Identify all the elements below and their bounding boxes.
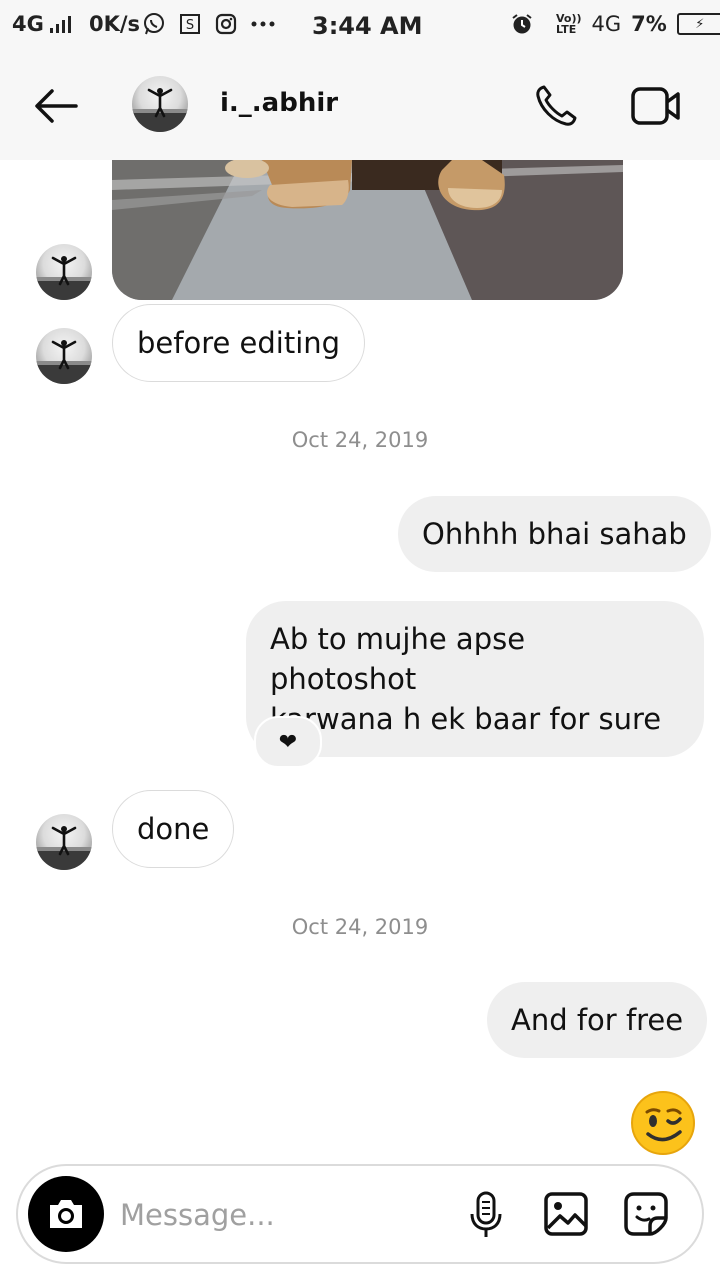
sticker-button[interactable] [622, 1190, 670, 1238]
message-bubble-received[interactable]: before editing [112, 304, 366, 382]
clock: 3:44 AM [312, 12, 423, 40]
signal-bars-icon [49, 15, 71, 33]
svg-text:S: S [186, 18, 194, 33]
sender-avatar[interactable] [36, 328, 92, 384]
video-camera-icon [631, 87, 680, 125]
message-composer [16, 1164, 704, 1264]
date-separator: Oct 24, 2019 [291, 428, 429, 452]
photo-message[interactable] [112, 160, 623, 300]
back-button[interactable] [32, 86, 80, 126]
whatsapp-icon [144, 13, 164, 35]
microphone-icon [470, 1191, 502, 1237]
screenshot-icon: S [180, 14, 200, 34]
camera-icon [50, 1200, 82, 1228]
network-indicator: 4G [12, 12, 71, 36]
sticker-icon [624, 1192, 668, 1236]
notification-icons: S [142, 12, 276, 36]
voice-call-button[interactable] [532, 82, 580, 130]
back-arrow-icon [35, 89, 78, 123]
winking-face-icon [631, 1091, 695, 1155]
network-type: 4G [12, 12, 44, 36]
voice-message-button[interactable] [466, 1190, 506, 1240]
gallery-button[interactable] [542, 1190, 590, 1238]
battery-percent: 7% [631, 12, 667, 36]
volte-indicator: Vo)) LTE [556, 13, 582, 35]
chat-header: i._.abhir [0, 52, 720, 160]
instagram-icon [215, 13, 237, 35]
date-separator: Oct 24, 2019 [291, 915, 429, 939]
video-call-button[interactable] [630, 86, 682, 126]
gallery-icon [544, 1192, 588, 1236]
message-bubble-received[interactable]: done [112, 790, 235, 868]
message-line: karwana h ek baar for sure [270, 702, 662, 736]
battery-icon: ⚡ [676, 13, 720, 35]
message-input[interactable] [118, 1186, 452, 1244]
system-indicators: Vo)) LTE 4G 7% ⚡ [510, 12, 720, 36]
header-avatar[interactable] [132, 76, 188, 132]
sender-avatar[interactable] [36, 814, 92, 870]
chat-username[interactable]: i._.abhir [220, 88, 338, 118]
camera-button[interactable] [28, 1176, 104, 1252]
lte-label: LTE [556, 23, 577, 36]
network-speed: 0K/s [89, 12, 141, 36]
network-type-right: 4G [591, 12, 622, 36]
wink-emoji-message[interactable] [630, 1090, 696, 1156]
heart-reaction[interactable]: ❤ [254, 716, 322, 768]
chat-thread[interactable]: before editing Oct 24, 2019 Ohhhh bhai s… [0, 160, 720, 1160]
message-bubble-sent[interactable]: Ohhhh bhai sahab [398, 496, 711, 572]
alarm-icon [512, 14, 532, 34]
message-line: Ab to mujhe apse photoshot [270, 622, 526, 696]
status-bar: 4G 0K/s S 3:44 AM Vo)) LTE 4G 7% ⚡ [0, 0, 720, 52]
phone-icon [536, 85, 577, 126]
message-bubble-sent[interactable]: And for free [487, 982, 708, 1058]
sender-avatar[interactable] [36, 244, 92, 300]
heart-icon: ❤ [278, 729, 298, 755]
more-dots-icon [251, 21, 275, 27]
